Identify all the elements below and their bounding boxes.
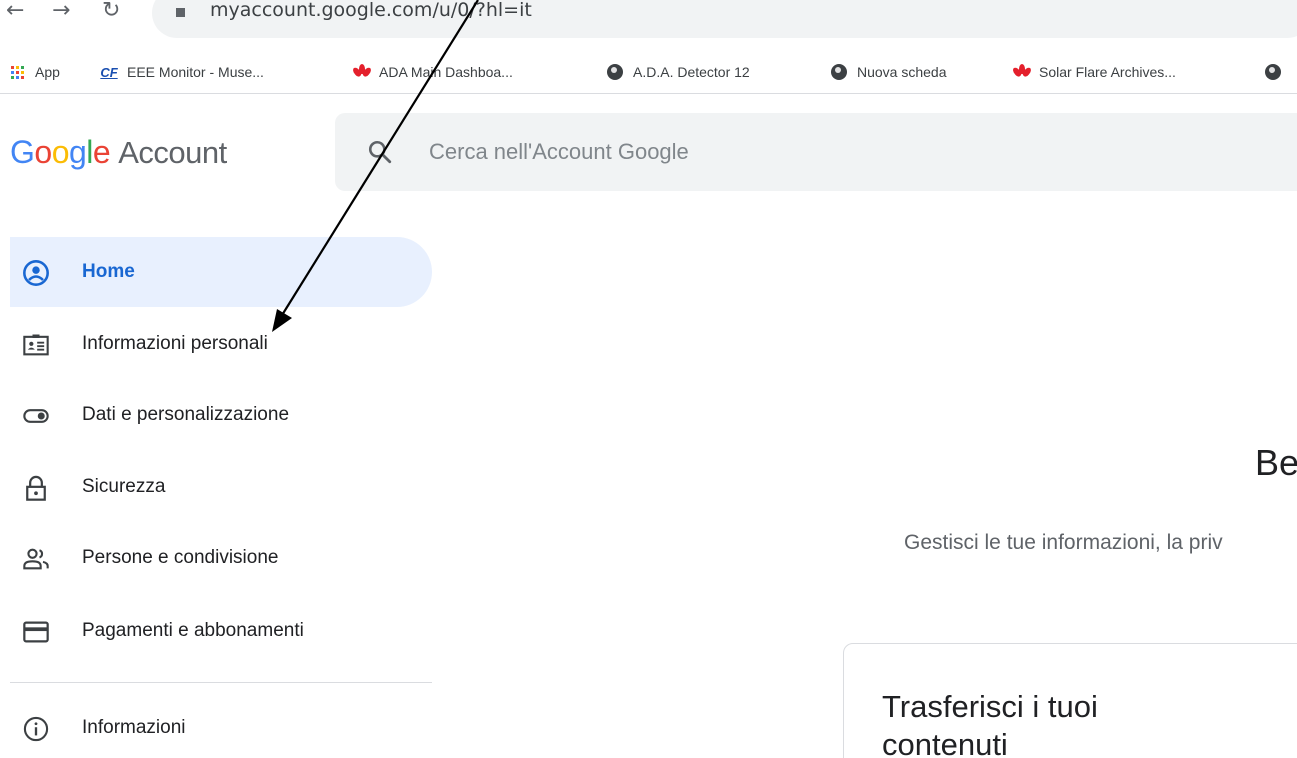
- sidebar-item-home[interactable]: Home: [10, 237, 432, 307]
- welcome-heading: Be: [1255, 442, 1297, 483]
- google-account-logo[interactable]: Google Account: [10, 134, 227, 171]
- back-arrow-icon[interactable]: ←: [6, 0, 24, 23]
- sidebar-item-label: Persone e condivisione: [82, 547, 279, 568]
- lock-icon: [22, 474, 50, 502]
- globe-icon: [830, 63, 848, 81]
- secure-lock-icon: [176, 8, 185, 17]
- url-text[interactable]: myaccount.google.com/u/0/?hl=it: [210, 0, 532, 21]
- globe-icon: [606, 63, 624, 81]
- address-bar[interactable]: myaccount.google.com/u/0/?hl=it: [152, 0, 1297, 38]
- welcome-subtitle: Gestisci le tue informazioni, la priv: [904, 531, 1223, 554]
- bookmark-label: Nuova scheda: [857, 64, 947, 80]
- huawei-icon: [351, 63, 373, 81]
- bookmark-more[interactable]: [1264, 61, 1291, 83]
- google-wordmark: Google: [10, 134, 111, 170]
- sidebar-item-personal-info[interactable]: Informazioni personali: [10, 309, 432, 379]
- info-icon: [22, 715, 50, 743]
- search-input[interactable]: [429, 133, 1129, 171]
- bookmark-label: EEE Monitor - Muse...: [127, 64, 264, 80]
- card-title: Trasferisci i tuoi contenuti: [882, 689, 1098, 758]
- id-card-icon: [22, 331, 50, 359]
- people-icon: [22, 545, 50, 573]
- bookmark-apps[interactable]: App: [8, 61, 60, 83]
- sidebar-item-label: Pagamenti e abbonamenti: [82, 620, 304, 641]
- sidebar-item-data-personalization[interactable]: Dati e personalizzazione: [10, 380, 432, 450]
- transfer-content-card[interactable]: Trasferisci i tuoi contenuti: [843, 643, 1297, 758]
- bookmarks-bar: App CF EEE Monitor - Muse... ADA Main Da…: [0, 50, 1297, 94]
- bookmark-label: ADA Main Dashboa...: [379, 64, 513, 80]
- bookmark-eee-monitor[interactable]: CF EEE Monitor - Muse...: [100, 61, 264, 83]
- sidebar-item-payments[interactable]: Pagamenti e abbonamenti: [10, 596, 432, 666]
- bookmark-label: A.D.A. Detector 12: [633, 64, 750, 80]
- bookmark-label: Solar Flare Archives...: [1039, 64, 1176, 80]
- account-search-bar[interactable]: [335, 113, 1297, 191]
- huawei-icon: [1011, 63, 1033, 81]
- sidebar-item-label: Informazioni personali: [82, 333, 268, 354]
- bookmark-solar-flare[interactable]: Solar Flare Archives...: [1011, 61, 1176, 83]
- sidebar-divider: [10, 682, 432, 683]
- sidebar-item-label: Home: [82, 261, 135, 282]
- page: ← → ↻ myaccount.google.com/u/0/?hl=it Ap…: [0, 0, 1297, 758]
- sidebar-item-security[interactable]: Sicurezza: [10, 452, 432, 522]
- sidebar-item-people-sharing[interactable]: Persone e condivisione: [10, 523, 432, 593]
- sidebar-item-label: Dati e personalizzazione: [82, 404, 290, 425]
- reload-icon[interactable]: ↻: [102, 0, 120, 23]
- credit-card-icon: [22, 618, 50, 646]
- forward-arrow-icon[interactable]: →: [52, 0, 70, 23]
- bookmark-label: App: [35, 64, 60, 80]
- cf-icon: CF: [100, 64, 118, 80]
- account-circle-icon: [22, 259, 50, 287]
- globe-icon: [1264, 63, 1282, 81]
- toggle-icon: [22, 402, 50, 430]
- sidebar-item-label: Sicurezza: [82, 476, 166, 497]
- sidebar-item-about[interactable]: Informazioni: [10, 693, 432, 758]
- browser-toolbar: ← → ↻ myaccount.google.com/u/0/?hl=it: [0, 0, 1297, 50]
- apps-grid-icon: [8, 63, 26, 81]
- search-icon[interactable]: [367, 139, 393, 165]
- bookmark-ada-detector[interactable]: A.D.A. Detector 12: [606, 61, 750, 83]
- account-wordmark: Account: [118, 135, 227, 170]
- sidebar-item-label: Informazioni: [82, 717, 186, 738]
- bookmark-ada-dashboard[interactable]: ADA Main Dashboa...: [351, 61, 513, 83]
- bookmark-nuova-scheda[interactable]: Nuova scheda: [830, 61, 947, 83]
